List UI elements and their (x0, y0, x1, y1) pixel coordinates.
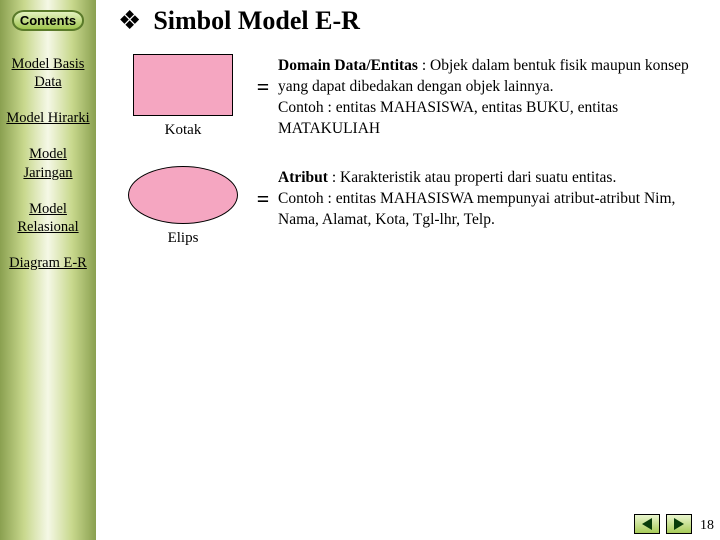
symbol-row-elips: Elips = Atribut : Karakteristik atau pro… (118, 166, 706, 247)
slide-title: Simbol Model E-R (153, 6, 360, 36)
triangle-right-icon (674, 518, 684, 530)
term-entitas: Domain Data/Entitas (278, 57, 418, 74)
slide-title-row: ❖ Simbol Model E-R (118, 6, 706, 36)
contents-button[interactable]: Contents (12, 10, 84, 31)
example-entitas: Contoh : entitas MAHASISWA, entitas BUKU… (278, 99, 618, 137)
triangle-left-icon (642, 518, 652, 530)
sidebar-item-model-basis-data[interactable]: Model Basis Data (0, 55, 96, 91)
sidebar-item-model-hirarki[interactable]: Model Hirarki (0, 109, 96, 127)
rectangle-icon (133, 54, 233, 116)
sidebar-item-diagram-er[interactable]: Diagram E-R (0, 254, 96, 272)
sidebar: Contents Model Basis Data Model Hirarki … (0, 0, 96, 540)
equals-sign: = (248, 166, 278, 212)
shape-label-elips: Elips (118, 230, 248, 247)
description-kotak: Domain Data/Entitas : Objek dalam bentuk… (278, 54, 706, 140)
title-bullet-icon: ❖ (118, 6, 141, 36)
term-atribut: Atribut (278, 169, 328, 186)
shape-column: Elips (118, 166, 248, 247)
shape-label-kotak: Kotak (118, 122, 248, 139)
body-atribut: : Karakteristik atau properti dari suatu… (328, 169, 616, 186)
description-elips: Atribut : Karakteristik atau properti da… (278, 166, 706, 231)
main-slide: ❖ Simbol Model E-R Kotak = Domain Data/E… (96, 0, 720, 540)
sidebar-item-model-relasional[interactable]: Model Relasional (0, 200, 96, 236)
page-number: 18 (700, 518, 714, 534)
prev-button[interactable] (634, 514, 660, 534)
symbol-row-kotak: Kotak = Domain Data/Entitas : Objek dala… (118, 54, 706, 140)
sidebar-item-model-jaringan[interactable]: Model Jaringan (0, 145, 96, 181)
next-button[interactable] (666, 514, 692, 534)
shape-column: Kotak (118, 54, 248, 139)
ellipse-icon (128, 166, 238, 224)
equals-sign: = (248, 54, 278, 100)
example-atribut: Contoh : entitas MAHASISWA mempunyai atr… (278, 190, 675, 228)
nav-arrows (634, 514, 692, 534)
